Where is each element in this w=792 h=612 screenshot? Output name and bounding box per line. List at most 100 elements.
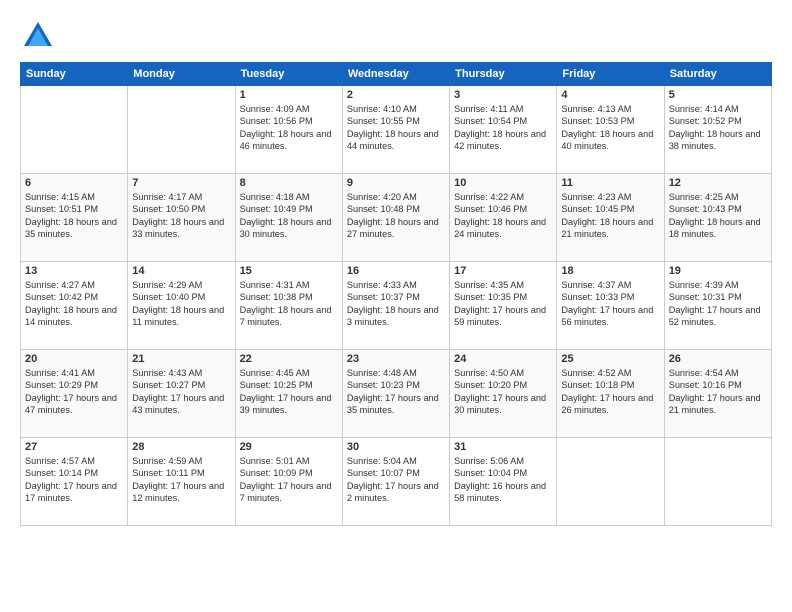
day-info: Sunrise: 4:13 AM Sunset: 10:53 PM Daylig… bbox=[561, 103, 659, 153]
day-number: 6 bbox=[25, 177, 123, 189]
calendar-cell: 2 Sunrise: 4:10 AM Sunset: 10:55 PM Dayli… bbox=[342, 86, 449, 174]
calendar-cell: 6 Sunrise: 4:15 AM Sunset: 10:51 PM Dayli… bbox=[21, 174, 128, 262]
calendar-cell bbox=[557, 438, 664, 526]
day-info: Sunrise: 4:54 AM Sunset: 10:16 PM Daylig… bbox=[669, 367, 767, 417]
calendar-cell: 9Sunrise: 4:20 AM Sunset: 10:48 PM Dayli… bbox=[342, 174, 449, 262]
day-info: Sunrise: 4:27 AM Sunset: 10:42 PM Daylig… bbox=[25, 279, 123, 329]
day-info: Sunrise: 4:33 AM Sunset: 10:37 PM Daylig… bbox=[347, 279, 445, 329]
day-number: 2 bbox=[347, 89, 445, 101]
day-number: 18 bbox=[561, 265, 659, 277]
weekday-header-row: SundayMondayTuesdayWednesdayThursdayFrid… bbox=[21, 63, 772, 86]
day-number: 4 bbox=[561, 89, 659, 101]
calendar-cell: 29 Sunrise: 5:01 AM Sunset: 10:09 PM Dayl… bbox=[235, 438, 342, 526]
weekday-header-friday: Friday bbox=[557, 63, 664, 86]
calendar-cell: 26 Sunrise: 4:54 AM Sunset: 10:16 PM Dayl… bbox=[664, 350, 771, 438]
calendar-cell: 13 Sunrise: 4:27 AM Sunset: 10:42 PM Dayl… bbox=[21, 262, 128, 350]
day-info: Sunrise: 4:48 AM Sunset: 10:23 PM Daylig… bbox=[347, 367, 445, 417]
day-info: Sunrise: 4:14 AM Sunset: 10:52 PM Daylig… bbox=[669, 103, 767, 153]
weekday-header-thursday: Thursday bbox=[450, 63, 557, 86]
day-number: 9 bbox=[347, 177, 445, 189]
day-number: 28 bbox=[132, 441, 230, 453]
calendar-cell: 5 Sunrise: 4:14 AM Sunset: 10:52 PM Dayli… bbox=[664, 86, 771, 174]
calendar-cell: 31 Sunrise: 5:06 AM Sunset: 10:04 PM Dayl… bbox=[450, 438, 557, 526]
day-number: 26 bbox=[669, 353, 767, 365]
day-info: Sunrise: 4:29 AM Sunset: 10:40 PM Daylig… bbox=[132, 279, 230, 329]
calendar-cell: 16 Sunrise: 4:33 AM Sunset: 10:37 PM Dayl… bbox=[342, 262, 449, 350]
week-row-5: 27 Sunrise: 4:57 AM Sunset: 10:14 PM Dayl… bbox=[21, 438, 772, 526]
calendar-cell: 3 Sunrise: 4:11 AM Sunset: 10:54 PM Dayli… bbox=[450, 86, 557, 174]
weekday-header-monday: Monday bbox=[128, 63, 235, 86]
day-info: Sunrise: 4:18 AM Sunset: 10:49 PM Daylig… bbox=[240, 191, 338, 241]
day-number: 30 bbox=[347, 441, 445, 453]
day-number: 7 bbox=[132, 177, 230, 189]
day-number: 13 bbox=[25, 265, 123, 277]
day-info: Sunrise: 4:23 AM Sunset: 10:45 PM Daylig… bbox=[561, 191, 659, 241]
day-info: Sunrise: 4:17 AM Sunset: 10:50 PM Daylig… bbox=[132, 191, 230, 241]
calendar-cell: 8Sunrise: 4:18 AM Sunset: 10:49 PM Dayli… bbox=[235, 174, 342, 262]
day-number: 1 bbox=[240, 89, 338, 101]
day-info: Sunrise: 4:31 AM Sunset: 10:38 PM Daylig… bbox=[240, 279, 338, 329]
day-number: 27 bbox=[25, 441, 123, 453]
day-number: 31 bbox=[454, 441, 552, 453]
header bbox=[20, 18, 772, 54]
day-number: 17 bbox=[454, 265, 552, 277]
calendar-cell: 18 Sunrise: 4:37 AM Sunset: 10:33 PM Dayl… bbox=[557, 262, 664, 350]
day-info: Sunrise: 4:52 AM Sunset: 10:18 PM Daylig… bbox=[561, 367, 659, 417]
day-number: 12 bbox=[669, 177, 767, 189]
calendar-cell: 7 Sunrise: 4:17 AM Sunset: 10:50 PM Dayli… bbox=[128, 174, 235, 262]
calendar-cell bbox=[664, 438, 771, 526]
calendar-cell: 23 Sunrise: 4:48 AM Sunset: 10:23 PM Dayl… bbox=[342, 350, 449, 438]
day-info: Sunrise: 5:06 AM Sunset: 10:04 PM Daylig… bbox=[454, 455, 552, 505]
day-number: 3 bbox=[454, 89, 552, 101]
week-row-3: 13 Sunrise: 4:27 AM Sunset: 10:42 PM Dayl… bbox=[21, 262, 772, 350]
day-info: Sunrise: 4:43 AM Sunset: 10:27 PM Daylig… bbox=[132, 367, 230, 417]
day-number: 20 bbox=[25, 353, 123, 365]
calendar-cell: 27 Sunrise: 4:57 AM Sunset: 10:14 PM Dayl… bbox=[21, 438, 128, 526]
day-number: 23 bbox=[347, 353, 445, 365]
calendar-cell: 28 Sunrise: 4:59 AM Sunset: 10:11 PM Dayl… bbox=[128, 438, 235, 526]
day-info: Sunrise: 5:01 AM Sunset: 10:09 PM Daylig… bbox=[240, 455, 338, 505]
day-number: 5 bbox=[669, 89, 767, 101]
day-number: 24 bbox=[454, 353, 552, 365]
page: SundayMondayTuesdayWednesdayThursdayFrid… bbox=[0, 0, 792, 612]
day-info: Sunrise: 4:59 AM Sunset: 10:11 PM Daylig… bbox=[132, 455, 230, 505]
calendar-cell: 4 Sunrise: 4:13 AM Sunset: 10:53 PM Dayli… bbox=[557, 86, 664, 174]
day-info: Sunrise: 5:04 AM Sunset: 10:07 PM Daylig… bbox=[347, 455, 445, 505]
calendar-cell: 21 Sunrise: 4:43 AM Sunset: 10:27 PM Dayl… bbox=[128, 350, 235, 438]
day-info: Sunrise: 4:09 AM Sunset: 10:56 PM Daylig… bbox=[240, 103, 338, 153]
day-info: Sunrise: 4:22 AM Sunset: 10:46 PM Daylig… bbox=[454, 191, 552, 241]
calendar-cell: 14 Sunrise: 4:29 AM Sunset: 10:40 PM Dayl… bbox=[128, 262, 235, 350]
day-info: Sunrise: 4:50 AM Sunset: 10:20 PM Daylig… bbox=[454, 367, 552, 417]
weekday-header-tuesday: Tuesday bbox=[235, 63, 342, 86]
calendar-cell: 11 Sunrise: 4:23 AM Sunset: 10:45 PM Dayl… bbox=[557, 174, 664, 262]
day-number: 19 bbox=[669, 265, 767, 277]
calendar-cell: 25 Sunrise: 4:52 AM Sunset: 10:18 PM Dayl… bbox=[557, 350, 664, 438]
calendar-cell: 20Sunrise: 4:41 AM Sunset: 10:29 PM Dayl… bbox=[21, 350, 128, 438]
weekday-header-saturday: Saturday bbox=[664, 63, 771, 86]
day-info: Sunrise: 4:15 AM Sunset: 10:51 PM Daylig… bbox=[25, 191, 123, 241]
day-info: Sunrise: 4:45 AM Sunset: 10:25 PM Daylig… bbox=[240, 367, 338, 417]
week-row-2: 6 Sunrise: 4:15 AM Sunset: 10:51 PM Dayli… bbox=[21, 174, 772, 262]
day-info: Sunrise: 4:57 AM Sunset: 10:14 PM Daylig… bbox=[25, 455, 123, 505]
day-number: 11 bbox=[561, 177, 659, 189]
calendar-cell bbox=[128, 86, 235, 174]
day-number: 21 bbox=[132, 353, 230, 365]
calendar-cell: 17 Sunrise: 4:35 AM Sunset: 10:35 PM Dayl… bbox=[450, 262, 557, 350]
day-number: 29 bbox=[240, 441, 338, 453]
calendar-table: SundayMondayTuesdayWednesdayThursdayFrid… bbox=[20, 62, 772, 526]
weekday-header-sunday: Sunday bbox=[21, 63, 128, 86]
calendar-cell: 19 Sunrise: 4:39 AM Sunset: 10:31 PM Dayl… bbox=[664, 262, 771, 350]
day-info: Sunrise: 4:35 AM Sunset: 10:35 PM Daylig… bbox=[454, 279, 552, 329]
day-info: Sunrise: 4:10 AM Sunset: 10:55 PM Daylig… bbox=[347, 103, 445, 153]
calendar-cell: 22Sunrise: 4:45 AM Sunset: 10:25 PM Dayl… bbox=[235, 350, 342, 438]
calendar-cell: 1 Sunrise: 4:09 AM Sunset: 10:56 PM Dayli… bbox=[235, 86, 342, 174]
day-number: 16 bbox=[347, 265, 445, 277]
day-info: Sunrise: 4:11 AM Sunset: 10:54 PM Daylig… bbox=[454, 103, 552, 153]
day-number: 14 bbox=[132, 265, 230, 277]
calendar-cell: 10Sunrise: 4:22 AM Sunset: 10:46 PM Dayl… bbox=[450, 174, 557, 262]
day-info: Sunrise: 4:37 AM Sunset: 10:33 PM Daylig… bbox=[561, 279, 659, 329]
day-number: 25 bbox=[561, 353, 659, 365]
calendar-cell: 15Sunrise: 4:31 AM Sunset: 10:38 PM Dayl… bbox=[235, 262, 342, 350]
day-info: Sunrise: 4:25 AM Sunset: 10:43 PM Daylig… bbox=[669, 191, 767, 241]
day-info: Sunrise: 4:39 AM Sunset: 10:31 PM Daylig… bbox=[669, 279, 767, 329]
